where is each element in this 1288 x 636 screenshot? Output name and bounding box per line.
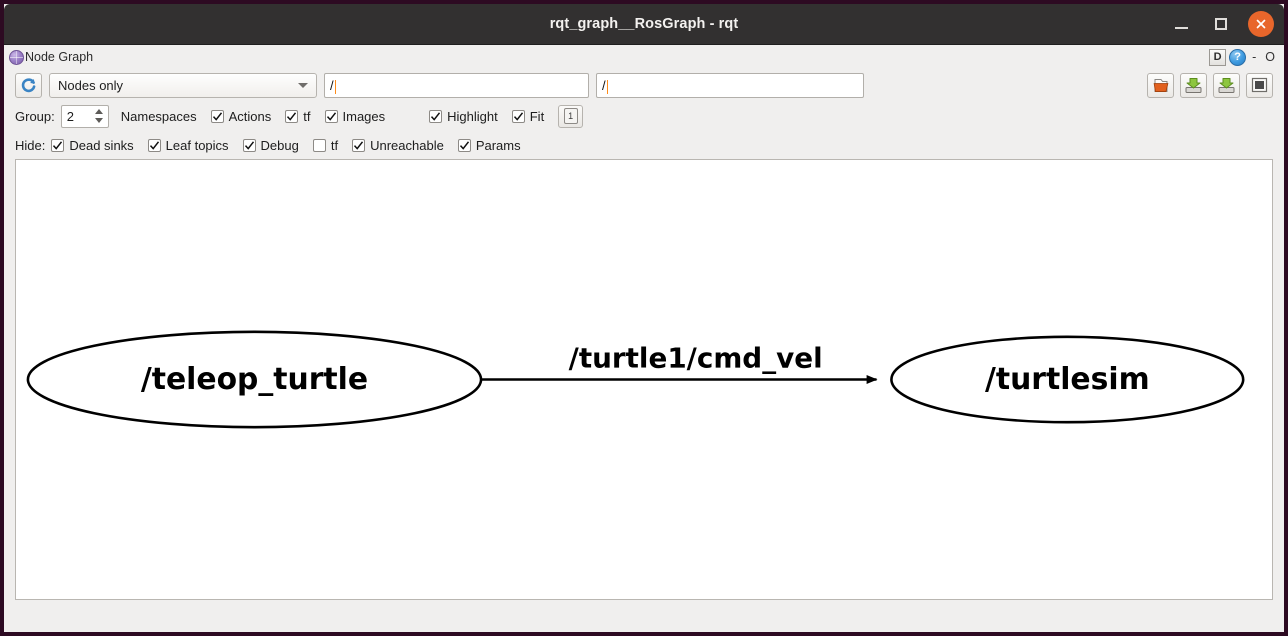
app-window: rqt_graph__RosGraph - rqt Node Graph D ?…	[0, 0, 1288, 636]
fit-label: Fit	[529, 108, 545, 124]
zoom-reset-label: 1	[563, 108, 578, 124]
toolbar-actions	[1147, 72, 1273, 98]
open-folder-icon	[1153, 78, 1168, 92]
graph-edge-teleop-to-turtlesim[interactable]: /turtle1/cmd_vel	[481, 342, 878, 384]
group-stepper-arrows[interactable]	[93, 107, 106, 126]
stepper-up-icon[interactable]	[95, 108, 104, 114]
dead-sinks-checkbox[interactable]	[51, 138, 65, 152]
dock-d-button[interactable]: D	[1209, 48, 1227, 66]
debug-label: Debug	[260, 137, 299, 153]
namespace-filter-value: /	[330, 77, 336, 94]
group-value: 2	[66, 108, 74, 124]
status-footer	[4, 600, 1284, 632]
hide-label: Hide:	[15, 137, 46, 153]
maximize-button[interactable]	[1208, 11, 1234, 37]
leaf-topics-checkbox[interactable]	[147, 138, 161, 152]
graph-node-teleop-turtle[interactable]: /teleop_turtle	[26, 330, 483, 429]
save-image-icon	[1218, 77, 1235, 93]
hide-tf-label: tf	[330, 137, 339, 153]
screen-icon	[1251, 77, 1268, 93]
stepper-down-icon[interactable]	[95, 118, 104, 124]
minimize-button[interactable]	[1168, 11, 1194, 37]
window-title: rqt_graph__RosGraph - rqt	[549, 16, 739, 32]
save-dot-button[interactable]	[1180, 72, 1207, 98]
toolbar-options: Group: 2 Namespaces Actions tf Images Hi…	[4, 101, 1284, 131]
close-icon	[1256, 19, 1266, 29]
graph-canvas-wrapper: /turtle1/cmd_vel /teleop_turtle /turtles…	[4, 159, 1284, 600]
images-checkbox[interactable]	[324, 109, 338, 123]
params-label: Params	[475, 137, 521, 153]
actions-label: Actions	[228, 108, 272, 124]
load-dot-button[interactable]	[1147, 72, 1174, 98]
minimize-icon	[1174, 27, 1188, 29]
debug-checkbox[interactable]	[242, 138, 256, 152]
save-image-button[interactable]	[1213, 72, 1240, 98]
dock-header: Node Graph D ? - O	[4, 45, 1284, 69]
refresh-button[interactable]	[15, 72, 42, 98]
close-button[interactable]	[1248, 11, 1274, 37]
graph-type-value: Nodes only	[58, 77, 124, 93]
refresh-icon	[21, 77, 36, 92]
highlight-label: Highlight	[447, 108, 498, 124]
dead-sinks-label: Dead sinks	[69, 137, 134, 153]
ros-globe-icon	[9, 49, 24, 65]
hide-debug[interactable]: Debug	[242, 137, 299, 153]
hide-leaf-topics[interactable]: Leaf topics	[147, 137, 229, 153]
node-label-teleop-turtle: /teleop_turtle	[141, 362, 368, 397]
graph-node-turtlesim[interactable]: /turtlesim	[890, 335, 1245, 424]
ros-node-graph[interactable]: /turtle1/cmd_vel /teleop_turtle /turtles…	[16, 160, 1272, 599]
dock-float-button[interactable]: -	[1249, 51, 1259, 64]
option-images[interactable]: Images	[324, 108, 386, 124]
group-label: Group:	[15, 108, 55, 124]
toolbar-hide: Hide: Dead sinks Leaf topics Debug tf Un…	[4, 131, 1284, 159]
toolbar-primary: Nodes only / /	[4, 69, 1284, 101]
hide-tf-checkbox[interactable]	[312, 138, 326, 152]
chevron-down-icon	[298, 82, 308, 88]
option-actions[interactable]: Actions	[210, 108, 272, 124]
fit-checkbox[interactable]	[511, 109, 525, 123]
tf-checkbox[interactable]	[285, 109, 299, 123]
hide-unreachable[interactable]: Unreachable	[352, 138, 444, 153]
dock-title-group: Node Graph	[9, 49, 94, 65]
title-bar: rqt_graph__RosGraph - rqt	[4, 4, 1284, 45]
hide-dead-sinks[interactable]: Dead sinks	[51, 137, 134, 153]
window-controls	[1168, 4, 1274, 44]
dock-close-button[interactable]: O	[1262, 51, 1278, 64]
group-stepper[interactable]: 2	[60, 104, 109, 128]
zoom-reset-button[interactable]: 1	[558, 104, 584, 128]
tf-label: tf	[303, 108, 311, 124]
unreachable-checkbox[interactable]	[352, 138, 366, 152]
help-icon[interactable]: ?	[1229, 48, 1247, 66]
topic-filter-input[interactable]: /	[596, 72, 864, 98]
fit-view-button[interactable]	[1246, 72, 1273, 98]
dock-title: Node Graph	[25, 50, 94, 64]
option-tf[interactable]: tf	[285, 108, 311, 124]
images-label: Images	[342, 108, 386, 124]
topic-filter-value: /	[602, 77, 608, 94]
dock-header-buttons: D ? - O	[1209, 45, 1278, 69]
leaf-topics-label: Leaf topics	[165, 137, 229, 153]
params-checkbox[interactable]	[457, 138, 471, 152]
namespaces-label: Namespaces	[120, 108, 197, 124]
unreachable-label: Unreachable	[370, 137, 444, 153]
highlight-checkbox[interactable]	[429, 109, 443, 123]
namespace-filter-input[interactable]: /	[324, 72, 589, 98]
node-label-turtlesim: /turtlesim	[985, 362, 1150, 397]
hide-tf[interactable]: tf	[312, 137, 339, 153]
graph-canvas[interactable]: /turtle1/cmd_vel /teleop_turtle /turtles…	[15, 159, 1273, 600]
option-highlight[interactable]: Highlight	[429, 109, 498, 124]
maximize-icon	[1215, 18, 1227, 30]
actions-checkbox[interactable]	[210, 109, 224, 123]
option-fit[interactable]: Fit	[511, 108, 545, 124]
hide-params[interactable]: Params	[457, 137, 521, 153]
save-dot-icon	[1185, 77, 1202, 93]
edge-label-cmd-vel: /turtle1/cmd_vel	[569, 342, 823, 375]
graph-type-select[interactable]: Nodes only	[49, 72, 317, 98]
